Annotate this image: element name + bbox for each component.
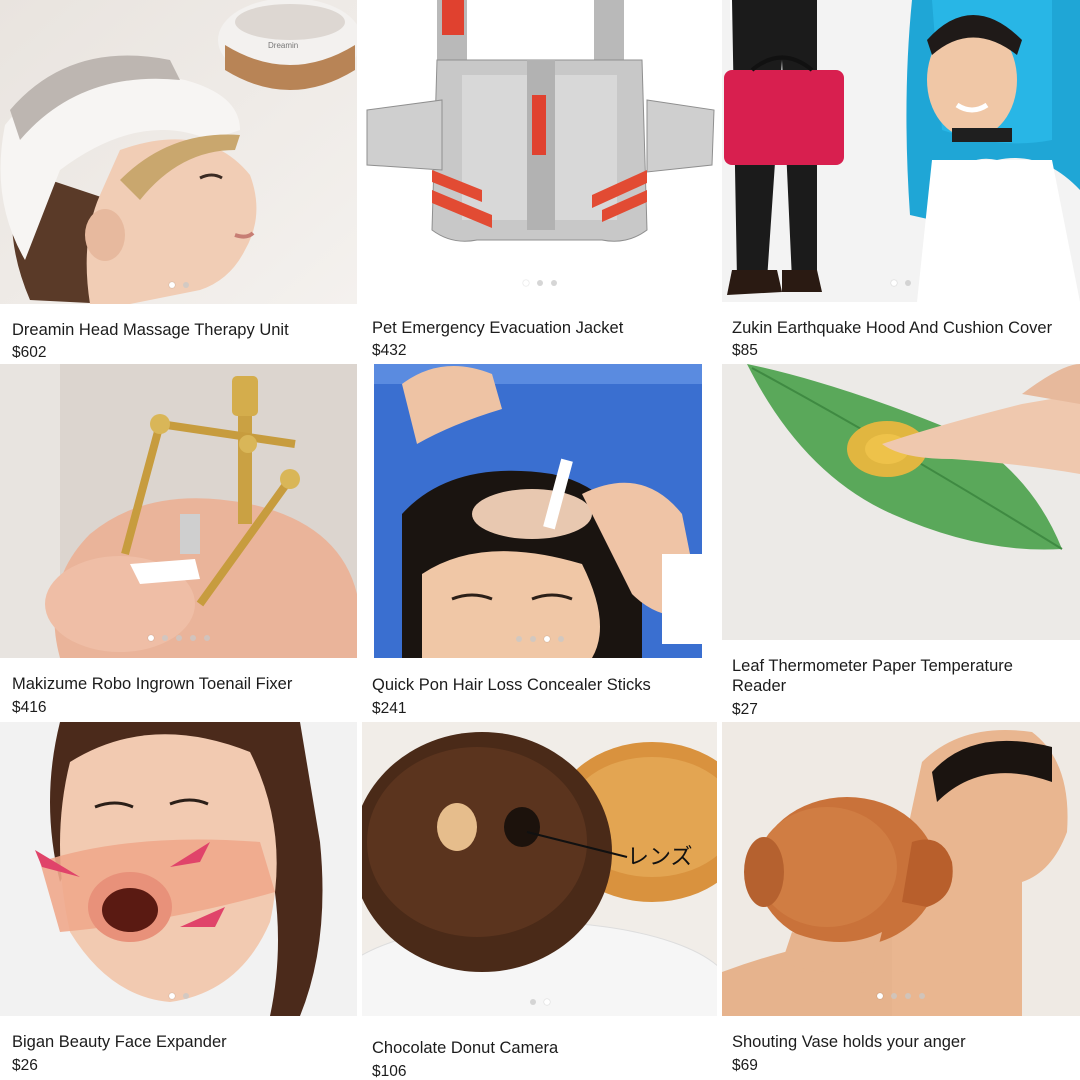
pagination-dot[interactable] bbox=[905, 280, 911, 286]
pagination-dot[interactable] bbox=[168, 993, 175, 999]
lens-label-text: レンズ bbox=[627, 845, 693, 870]
image-pagination-dots[interactable] bbox=[722, 993, 1080, 999]
pagination-dot[interactable] bbox=[522, 280, 529, 286]
product-card-pet-jacket[interactable]: Pet Emergency Evacuation Jacket $432 bbox=[362, 0, 717, 358]
product-title[interactable]: Pet Emergency Evacuation Jacket bbox=[372, 318, 707, 338]
product-title[interactable]: Leaf Thermometer Paper Temperature Reade… bbox=[732, 656, 1070, 696]
image-pagination-dots[interactable] bbox=[722, 280, 1080, 286]
image-pagination-dots[interactable] bbox=[362, 280, 717, 286]
product-card-shouting-vase[interactable]: Shouting Vase holds your anger $69 bbox=[722, 722, 1080, 1080]
leaf-thermometer-photo bbox=[722, 364, 1080, 640]
pagination-dot[interactable] bbox=[919, 993, 925, 999]
product-card-hair-concealer[interactable]: Quick Pon Hair Loss Concealer Sticks $24… bbox=[362, 364, 717, 722]
product-price: $85 bbox=[732, 342, 758, 358]
pagination-dot[interactable] bbox=[175, 635, 182, 641]
pet-evacuation-jacket-photo bbox=[362, 0, 717, 302]
pagination-dot[interactable] bbox=[557, 636, 564, 642]
pagination-dot[interactable] bbox=[168, 282, 175, 288]
product-price: $416 bbox=[12, 699, 47, 716]
pagination-dot[interactable] bbox=[550, 280, 557, 286]
product-price: $27 bbox=[732, 701, 758, 718]
image-pagination-dots[interactable] bbox=[0, 282, 357, 288]
product-price: $26 bbox=[12, 1057, 38, 1074]
pagination-dot[interactable] bbox=[161, 635, 168, 641]
product-title[interactable]: Zukin Earthquake Hood And Cushion Cover bbox=[732, 318, 1070, 338]
shouting-vase-photo bbox=[722, 722, 1080, 1016]
head-massager-photo: Dreamin bbox=[0, 0, 357, 304]
pagination-dot[interactable] bbox=[203, 635, 210, 641]
product-card-donut-camera[interactable]: レンズ Chocolate Donut Camera $106 bbox=[362, 722, 717, 1080]
product-price: $602 bbox=[12, 344, 47, 358]
pagination-dot[interactable] bbox=[905, 993, 911, 999]
hair-concealer-photo bbox=[362, 364, 717, 658]
product-title[interactable]: Dreamin Head Massage Therapy Unit bbox=[12, 320, 347, 340]
product-title[interactable]: Chocolate Donut Camera bbox=[372, 1038, 707, 1058]
pagination-dot[interactable] bbox=[891, 993, 897, 999]
product-card-head-massager[interactable]: Dreamin Dreamin Head Massage Therapy Uni… bbox=[0, 0, 357, 358]
product-card-earthquake-hood[interactable]: Zukin Earthquake Hood And Cushion Cover … bbox=[722, 0, 1080, 358]
massager-brand-text: Dreamin bbox=[268, 41, 298, 50]
product-price: $241 bbox=[372, 700, 407, 717]
product-card-face-expander[interactable]: Bigan Beauty Face Expander $26 bbox=[0, 722, 357, 1080]
toenail-fixer-photo bbox=[0, 364, 357, 658]
image-pagination-dots[interactable] bbox=[0, 635, 357, 641]
pagination-dot[interactable] bbox=[536, 280, 543, 286]
pagination-dot[interactable] bbox=[182, 282, 189, 288]
pagination-dot[interactable] bbox=[543, 636, 550, 642]
image-pagination-dots[interactable] bbox=[362, 636, 717, 642]
face-expander-photo bbox=[0, 722, 357, 1016]
product-title[interactable]: Bigan Beauty Face Expander bbox=[12, 1032, 347, 1052]
pagination-dot[interactable] bbox=[182, 993, 189, 999]
pagination-dot[interactable] bbox=[529, 999, 536, 1005]
image-pagination-dots[interactable] bbox=[362, 999, 717, 1005]
product-title[interactable]: Shouting Vase holds your anger bbox=[732, 1032, 1070, 1052]
product-grid: Dreamin Dreamin Head Massage Therapy Uni… bbox=[0, 0, 1080, 1080]
product-title[interactable]: Quick Pon Hair Loss Concealer Sticks bbox=[372, 675, 707, 695]
product-card-leaf-thermometer[interactable]: Leaf Thermometer Paper Temperature Reade… bbox=[722, 364, 1080, 722]
product-price: $432 bbox=[372, 342, 407, 358]
product-price: $106 bbox=[372, 1063, 407, 1080]
product-title[interactable]: Makizume Robo Ingrown Toenail Fixer bbox=[12, 674, 347, 694]
pagination-dot[interactable] bbox=[189, 635, 196, 641]
donut-camera-photo: レンズ bbox=[362, 722, 717, 1016]
pagination-dot[interactable] bbox=[515, 636, 522, 642]
pagination-dot[interactable] bbox=[147, 635, 154, 641]
pagination-dot[interactable] bbox=[891, 280, 897, 286]
product-price: $69 bbox=[732, 1057, 758, 1074]
product-card-toenail-fixer[interactable]: Makizume Robo Ingrown Toenail Fixer $416 bbox=[0, 364, 357, 722]
pagination-dot[interactable] bbox=[877, 993, 883, 999]
earthquake-hood-photo bbox=[722, 0, 1080, 302]
pagination-dot[interactable] bbox=[529, 636, 536, 642]
image-pagination-dots[interactable] bbox=[0, 993, 357, 999]
pagination-dot[interactable] bbox=[543, 999, 550, 1005]
